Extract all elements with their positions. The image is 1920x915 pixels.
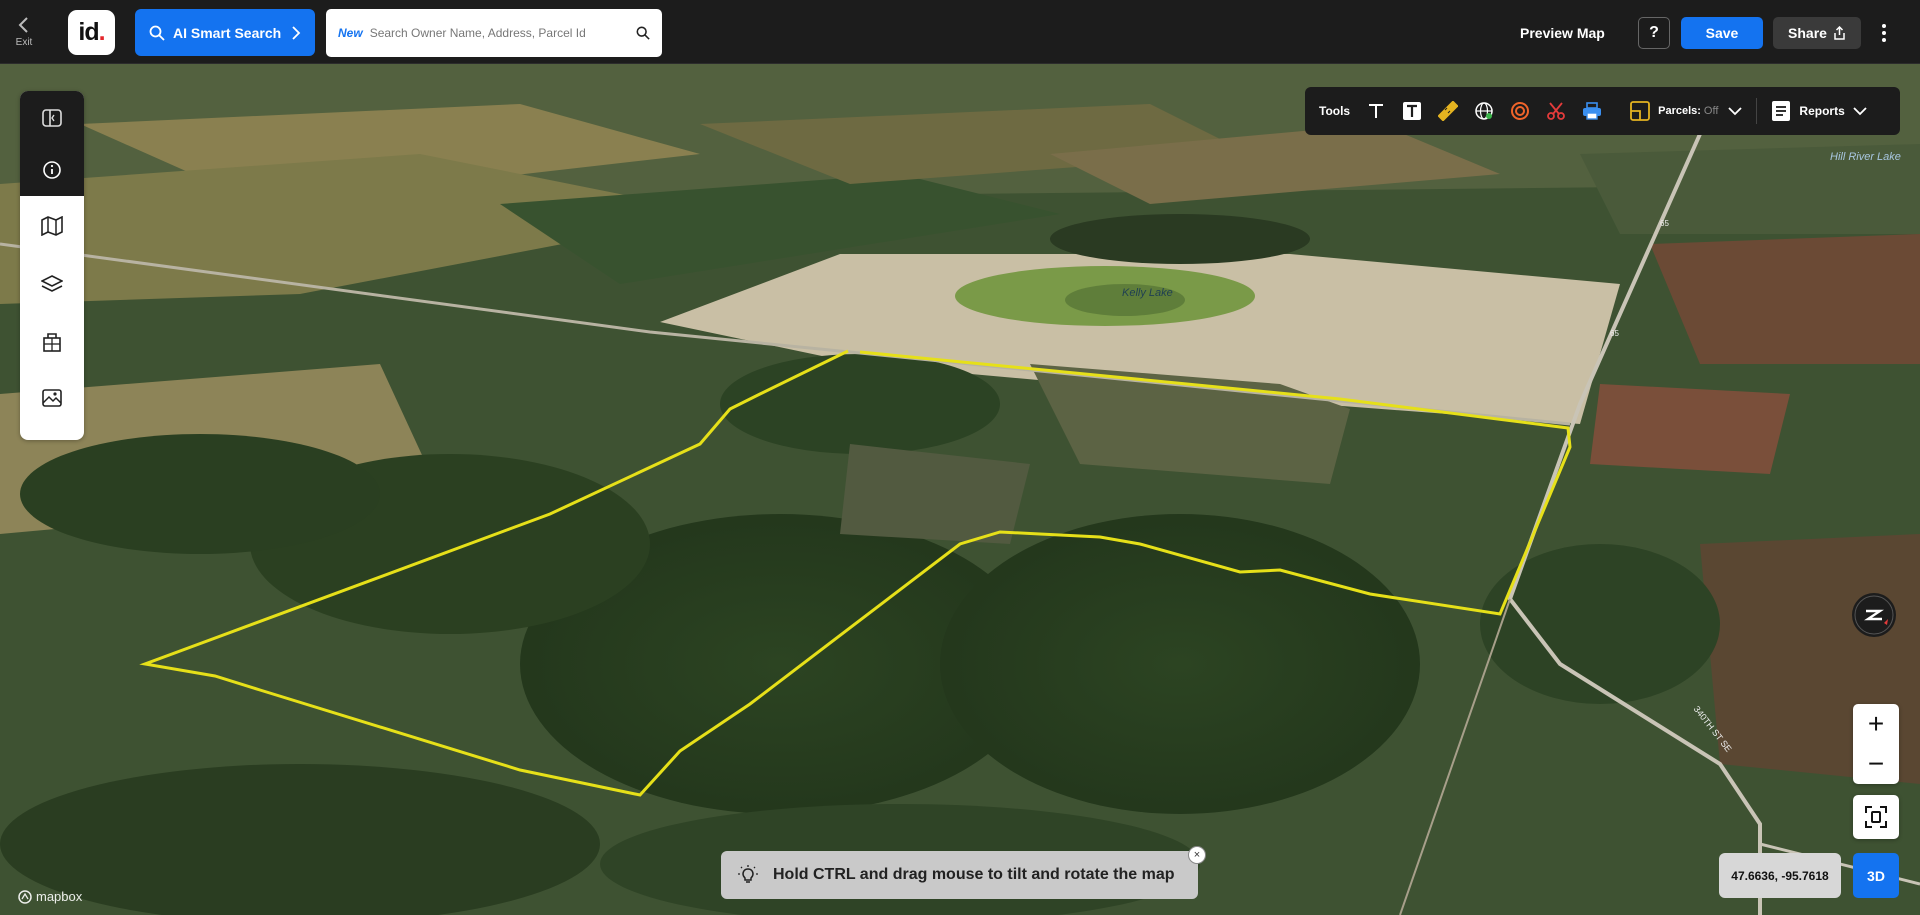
sidebar-item-layers[interactable] (20, 257, 84, 311)
search-bar: New (326, 9, 662, 57)
search-input[interactable] (367, 25, 636, 41)
mapbox-logo-icon (18, 889, 32, 904)
sidebar-item-map[interactable] (20, 199, 84, 253)
ruler-icon[interactable] (1436, 99, 1460, 123)
scissors-icon[interactable] (1544, 99, 1568, 123)
more-options-icon[interactable] (1874, 17, 1894, 49)
share-button[interactable]: Share (1773, 17, 1861, 49)
hint-text: Hold CTRL and drag mouse to tilt and rot… (773, 866, 1175, 883)
compass-button[interactable] (1852, 593, 1896, 637)
print-icon[interactable] (1580, 99, 1604, 123)
lake-label-hill-river: Hill River Lake (1830, 151, 1901, 163)
help-button[interactable]: ? (1638, 17, 1670, 49)
reports-icon (1772, 101, 1791, 121)
zoom-out-button[interactable]: − (1853, 744, 1899, 784)
coordinates-display: 47.6636, -95.7618 (1719, 853, 1841, 898)
mapbox-label: mapbox (36, 889, 83, 904)
new-badge: New (338, 26, 363, 40)
ai-smart-search-label: AI Smart Search (173, 24, 282, 41)
tilt-hint-banner: Hold CTRL and drag mouse to tilt and rot… (721, 851, 1198, 899)
preview-map-button[interactable]: Preview Map (1520, 18, 1605, 48)
exit-button[interactable]: Exit (0, 0, 48, 64)
save-button[interactable]: Save (1681, 17, 1763, 49)
ai-smart-search-button[interactable]: AI Smart Search (135, 9, 315, 56)
info-icon (43, 161, 61, 179)
chevron-down-icon (1728, 107, 1743, 116)
map-icon (41, 216, 63, 236)
logo-text: id (78, 18, 99, 46)
share-label: Share (1788, 25, 1827, 41)
parcels-toggle[interactable]: Parcels: Off (1630, 101, 1743, 121)
chevron-right-icon (292, 25, 301, 40)
lightbulb-icon (738, 865, 758, 883)
parcels-label: Parcels: (1658, 105, 1701, 117)
reports-label: Reports (1799, 104, 1845, 118)
zoom-control: + − (1853, 704, 1899, 784)
satellite-map[interactable]: Kelly Lake Hill River Lake 340TH ST SE 6… (0, 64, 1920, 915)
sidebar-item-info[interactable] (20, 143, 84, 197)
share-icon (1834, 26, 1845, 40)
image-icon (42, 389, 62, 407)
fit-bounds-icon (1865, 806, 1887, 828)
reports-dropdown[interactable]: Reports (1771, 100, 1867, 122)
buildings-icon (43, 333, 61, 352)
panel-toggle-icon (42, 109, 62, 127)
sidebar-item-buildings[interactable] (20, 315, 84, 369)
tools-label: Tools (1319, 104, 1351, 118)
globe-icon[interactable] (1472, 99, 1496, 123)
sidebar-item-panel-toggle[interactable] (20, 91, 84, 145)
compass-icon (1854, 595, 1894, 635)
parcel-icon (1630, 101, 1651, 121)
search-icon (149, 25, 165, 41)
layers-icon (41, 275, 63, 292)
road-label-65-a: 65 (1660, 219, 1669, 228)
hint-close-button[interactable]: × (1188, 846, 1206, 864)
fit-bounds-button[interactable] (1853, 795, 1899, 839)
exit-label: Exit (15, 37, 33, 48)
lake-label-kelly: Kelly Lake (1122, 287, 1173, 299)
radius-icon[interactable] (1508, 99, 1532, 123)
parcels-state: Off (1703, 105, 1719, 117)
text-box-icon[interactable] (1400, 99, 1424, 123)
chevron-left-icon (18, 17, 28, 33)
sidebar-item-images[interactable] (20, 371, 84, 425)
search-icon[interactable] (636, 26, 650, 40)
chevron-down-icon (1853, 107, 1867, 116)
road-label-65-b: 65 (1610, 329, 1619, 338)
mapbox-attribution[interactable]: mapbox (18, 889, 82, 904)
left-sidebar (20, 91, 84, 440)
app-logo[interactable]: id. (68, 10, 115, 55)
text-icon[interactable] (1364, 99, 1388, 123)
top-bar: Exit id. AI Smart Search New Preview Map… (0, 0, 1920, 64)
zoom-in-button[interactable]: + (1853, 704, 1899, 744)
3d-toggle-button[interactable]: 3D (1853, 853, 1899, 898)
toolbar-divider (1756, 98, 1758, 124)
map-toolbar: Tools Parcels: Off Reports (1305, 87, 1900, 135)
